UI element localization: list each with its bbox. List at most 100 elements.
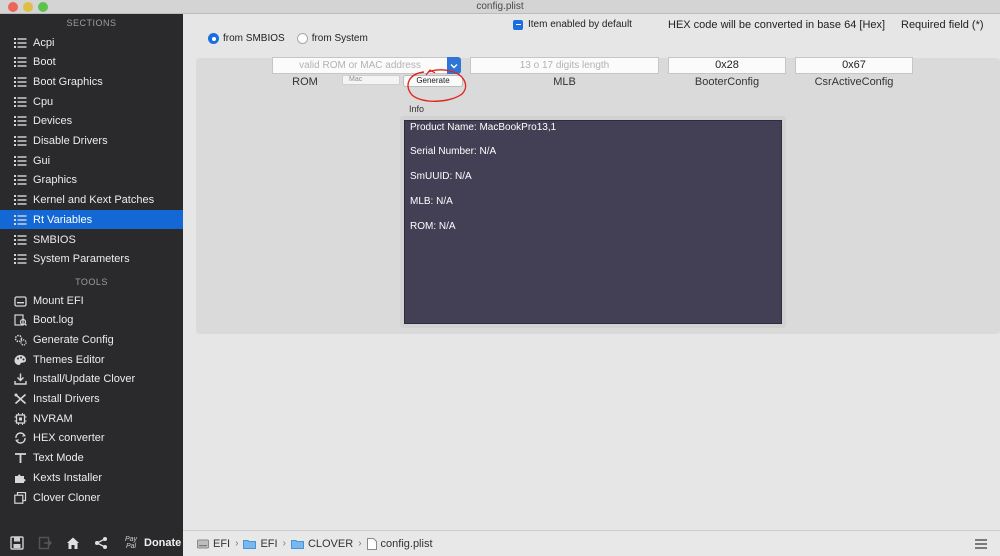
sidebar-item-label: HEX converter [33,432,105,445]
text-icon [14,452,27,464]
sidebar-item-label: NVRAM [33,412,73,425]
sidebar-item-install-drivers[interactable]: Install Drivers [0,390,183,409]
info-line: MLB: N/A [410,196,453,207]
sidebar-item-boot[interactable]: Boot [0,53,183,72]
rom-mode-popup[interactable]: Mac [342,75,400,85]
info-label: Info [409,104,425,114]
mlb-label: MLB [553,76,576,88]
csr-active-config-input[interactable]: 0x67 [795,57,913,74]
sidebar-item-smbios[interactable]: SMBIOS [0,230,183,249]
sidebar-item-graphics[interactable]: Graphics [0,171,183,190]
sidebar-item-label: Rt Variables [33,213,93,226]
sidebar-item-label: System Parameters [33,253,130,266]
info-box: Product Name: MacBookPro13,1 Serial Numb… [404,120,782,324]
list-icon [14,96,27,108]
required-note: Required field (*) [901,19,984,31]
sections-heading: SECTIONS [66,18,117,28]
sidebar-toolbar: Pay Pal Donate [0,530,183,556]
home-icon[interactable] [62,534,84,552]
list-icon [14,214,27,226]
info-line: SmUUID: N/A [410,171,472,182]
item-enabled-label: Item enabled by default [528,19,632,30]
crumb-config-file[interactable]: config.plist [381,538,433,550]
sidebar-item-mount-efi[interactable]: Mount EFI [0,291,183,310]
generate-button[interactable]: Generate [403,75,463,87]
radio-from-system-label: from System [311,33,368,44]
sidebar-item-label: Cpu [33,95,54,108]
sidebar-item-label: Install/Update Clover [33,373,136,386]
sidebar-item-system-parameters[interactable]: System Parameters [0,250,183,269]
sidebar-item-label: Boot Graphics [33,75,103,88]
gears-icon [14,334,27,346]
sidebar-item-clover-cloner[interactable]: Clover Cloner [0,488,183,507]
rom-label: ROM [292,76,318,88]
sidebar-item-disable-drivers[interactable]: Disable Drivers [0,132,183,151]
hamburger-menu-icon[interactable] [975,539,987,552]
crumb-efi-root[interactable]: EFI [213,538,230,550]
sidebar-item-label: SMBIOS [33,233,76,246]
sidebar-item-label: Themes Editor [33,353,105,366]
sidebar-item-label: Acpi [33,36,55,49]
chip-icon [14,412,27,425]
chevron-down-icon [450,63,458,68]
list-icon [14,253,27,265]
radio-from-smbios[interactable] [208,33,219,44]
sidebar-item-label: Kernel and Kext Patches [33,194,155,207]
tools-icon [14,393,27,405]
list-icon [14,174,27,186]
sidebar-item-gui[interactable]: Gui [0,151,183,170]
sidebar-item-hex-converter[interactable]: HEX converter [0,429,183,448]
sidebar-item-label: Boot.log [33,314,74,327]
info-line: Product Name: MacBookPro13,1 [410,122,557,133]
rom-dropdown-button[interactable] [447,57,461,74]
sidebar-item-label: Graphics [33,174,78,187]
sidebar-item-label: Kexts Installer [33,471,103,484]
download-icon [14,373,27,385]
sidebar-item-label: Devices [33,115,73,128]
paypal-logo[interactable]: Pay Pal [124,536,138,550]
sidebar-item-label: Text Mode [33,452,84,465]
rom-input[interactable]: valid ROM or MAC address [272,57,448,74]
document-icon [366,537,377,550]
sidebar-item-kernel-and-kext-patches[interactable]: Kernel and Kext Patches [0,191,183,210]
sidebar-item-boot-log[interactable]: Boot.log [0,311,183,330]
list-icon [14,155,27,167]
hex-note: HEX code will be converted in base 64 [H… [668,19,886,31]
folder-icon [243,539,257,549]
list-icon [14,56,27,68]
sidebar-item-label: Generate Config [33,333,114,346]
sidebar-item-themes-editor[interactable]: Themes Editor [0,350,183,369]
crumb-clover-folder[interactable]: CLOVER [308,538,353,550]
list-icon [14,37,27,49]
sidebar-item-boot-graphics[interactable]: Boot Graphics [0,72,183,91]
sidebar-item-text-mode[interactable]: Text Mode [0,449,183,468]
puzzle-icon [14,472,27,484]
radio-from-smbios-label: from SMBIOS [223,33,285,44]
sidebar-item-label: Disable Drivers [33,135,108,147]
crumb-efi-folder[interactable]: EFI [260,538,277,550]
radio-from-system[interactable] [296,33,308,44]
chevron-right-icon: › [235,538,239,549]
donate-button[interactable]: Donate [144,537,181,549]
save-icon[interactable] [6,534,28,552]
sidebar-item-install-update-clover[interactable]: Install/Update Clover [0,370,183,389]
log-icon [14,314,27,327]
item-enabled-legend: Item enabled by default [513,19,632,30]
csr-active-config-label: CsrActiveConfig [814,76,894,88]
list-icon [14,115,27,127]
sidebar-item-nvram[interactable]: NVRAM [0,409,183,428]
sidebar-item-kexts-installer[interactable]: Kexts Installer [0,468,183,487]
share-icon[interactable] [90,534,112,552]
tools-heading: TOOLS [75,277,108,287]
breadcrumb: EFI › EFI › CLOVER › config.plist [197,537,433,550]
export-icon[interactable] [34,534,56,552]
sidebar-item-devices[interactable]: Devices [0,112,183,131]
source-radio-group: from SMBIOS from System [208,33,368,44]
mlb-input[interactable]: 13 o 17 digits length [470,57,659,74]
sidebar-item-rt-variables[interactable]: Rt Variables [0,210,183,230]
sidebar-item-generate-config[interactable]: Generate Config [0,330,183,349]
sidebar-item-acpi[interactable]: Acpi [0,33,183,52]
clone-icon [14,491,27,504]
booter-config-input[interactable]: 0x28 [668,57,786,74]
sidebar-item-cpu[interactable]: Cpu [0,92,183,111]
